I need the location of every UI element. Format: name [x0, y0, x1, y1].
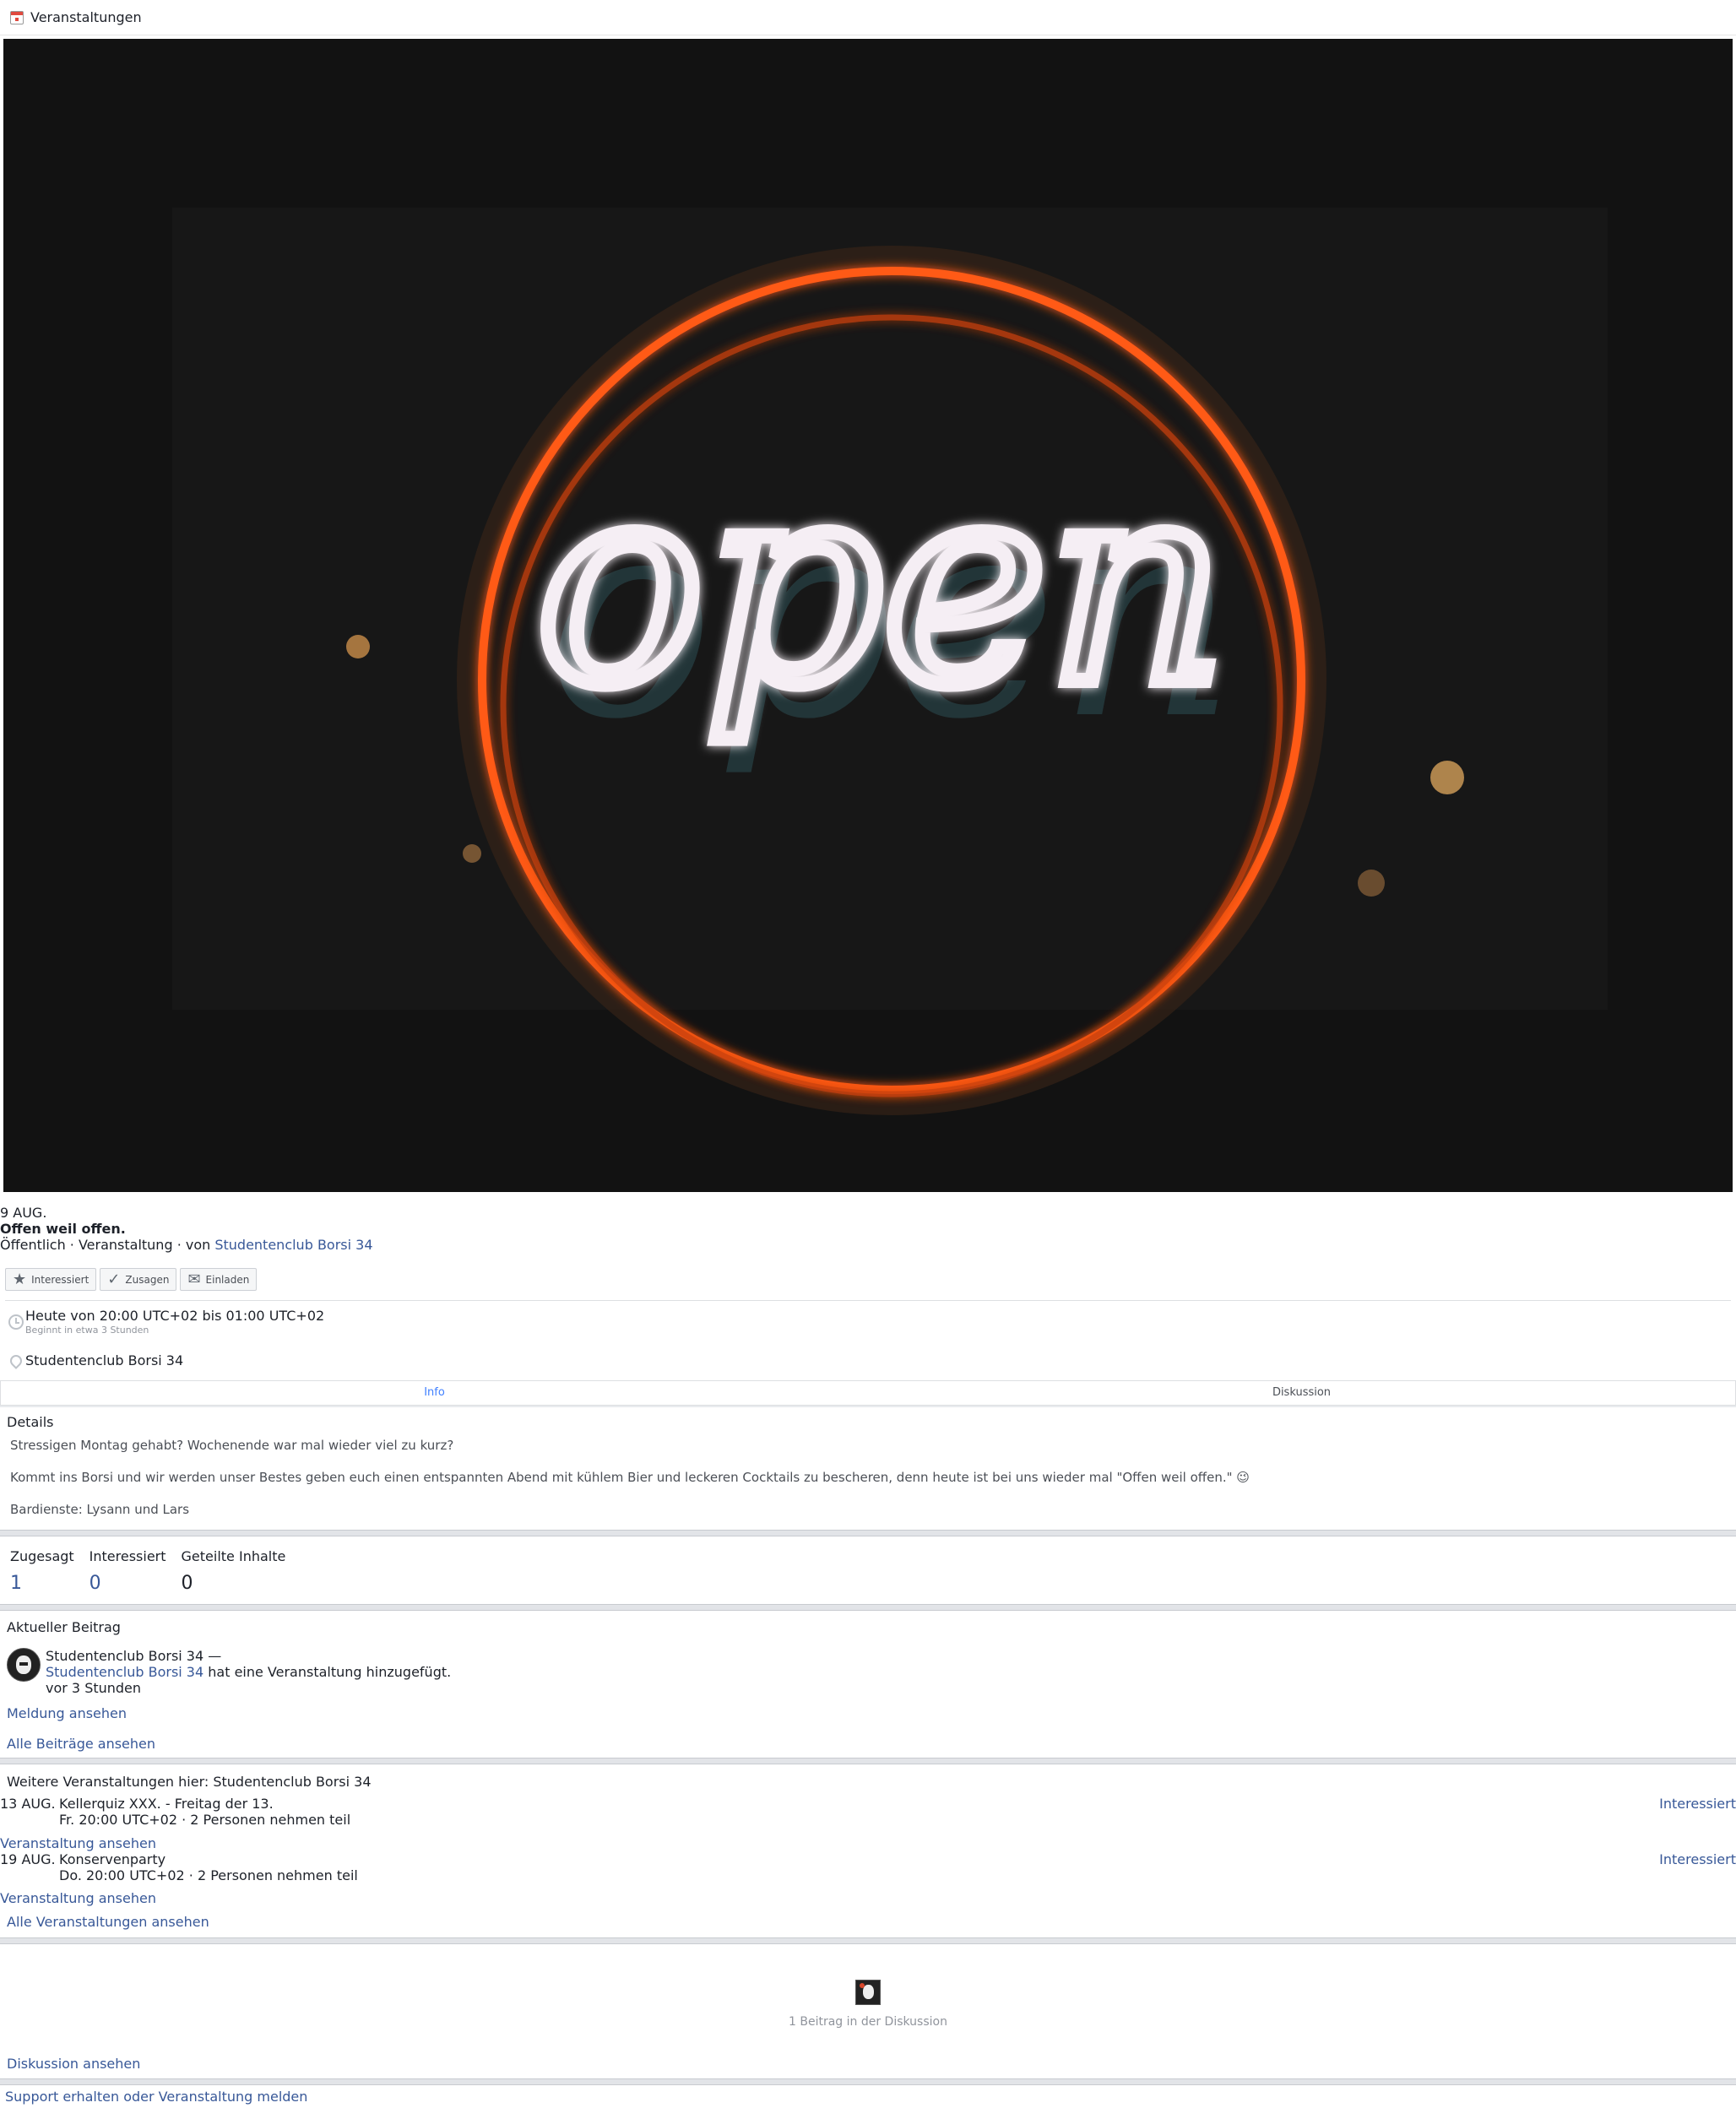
stat-label: Zugesagt — [10, 1548, 74, 1564]
location-pin-icon — [8, 1352, 24, 1369]
details-heading: Details — [7, 1414, 54, 1430]
event-item-title: Kellerquiz XXX. - Freitag der 13. — [59, 1796, 274, 1812]
event-item-date: 19 AUG. — [0, 1851, 56, 1867]
event-actions: ★ Interessiert ✓ Zusagen ✉ Einladen — [5, 1268, 258, 1291]
sign-text: open — [536, 422, 1227, 746]
view-event-link[interactable]: Veranstaltung ansehen — [0, 1890, 156, 1906]
stat-label: Interessiert — [89, 1548, 166, 1564]
tab-info[interactable]: Info — [1, 1381, 868, 1405]
event-host-link[interactable]: Studentenclub Borsi 34 — [214, 1237, 372, 1253]
stat-shares: Geteilte Inhalte 0 — [182, 1548, 286, 1594]
more-events-heading: Weitere Veranstaltungen hier: Studentenc… — [7, 1774, 372, 1790]
event-title: Offen weil offen. — [0, 1221, 126, 1237]
event-location[interactable]: Studentenclub Borsi 34 — [8, 1352, 184, 1369]
event-date: 9 AUG. — [0, 1205, 47, 1221]
stat-value: 0 — [181, 1573, 193, 1594]
list-item[interactable]: 19 AUG. Konservenparty Do. 20:00 UTC+02 … — [0, 1851, 1736, 1885]
going-label: Zusagen — [125, 1273, 170, 1286]
event-item-date: 13 AUG. — [0, 1796, 56, 1812]
event-time-sub: Beginnt in etwa 3 Stunden — [25, 1325, 149, 1336]
invite-button[interactable]: ✉ Einladen — [180, 1268, 258, 1291]
event-meta: Öffentlich · Veranstaltung · von Student… — [0, 1237, 373, 1253]
details-paragraph-1: Stressigen Montag gehabt? Wochenende war… — [10, 1438, 454, 1453]
envelope-icon: ✉ — [187, 1270, 201, 1288]
post-time: vor 3 Stunden — [46, 1680, 142, 1696]
stat-value: 1 — [10, 1573, 22, 1594]
event-item-interested-button[interactable]: Interessiert — [1659, 1796, 1736, 1812]
going-button[interactable]: ✓ Zusagen — [100, 1268, 177, 1291]
event-header: 9 AUG. Offen weil offen. Öffentlich · Ve… — [0, 1205, 373, 1253]
all-posts-link[interactable]: Alle Beiträge ansehen — [7, 1736, 155, 1752]
event-item-meta: Fr. 20:00 UTC+02 · 2 Personen nehmen tei… — [59, 1812, 351, 1828]
invite-label: Einladen — [205, 1273, 250, 1286]
section-separator — [0, 2078, 1736, 2085]
stat-value: 0 — [89, 1573, 101, 1594]
section-separator — [0, 1530, 1736, 1536]
view-event-link[interactable]: Veranstaltung ansehen — [0, 1835, 156, 1851]
post-action-text: hat eine Veranstaltung hinzugefügt. — [203, 1664, 452, 1680]
event-item-meta: Do. 20:00 UTC+02 · 2 Personen nehmen tei… — [59, 1867, 358, 1883]
divider — [5, 1300, 1731, 1301]
all-events-link[interactable]: Alle Veranstaltungen ansehen — [7, 1914, 209, 1930]
neon-open-sign-image: open open — [3, 39, 1733, 1192]
page-title: Veranstaltungen — [30, 9, 142, 25]
post-author-link[interactable]: Studentenclub Borsi 34 — [46, 1664, 203, 1680]
stat-going[interactable]: Zugesagt 1 — [10, 1548, 74, 1594]
event-time: Heute von 20:00 UTC+02 bis 01:00 UTC+02 … — [8, 1308, 324, 1336]
top-bar: Veranstaltungen — [0, 0, 1736, 35]
event-cover-image[interactable]: open open — [3, 39, 1733, 1192]
post-body: Studentenclub Borsi 34 hat eine Veransta… — [46, 1664, 451, 1680]
avatar[interactable] — [855, 1980, 881, 2005]
view-discussion-link[interactable]: Diskussion ansehen — [7, 2056, 140, 2072]
section-separator — [0, 1758, 1736, 1764]
event-time-main: Heute von 20:00 UTC+02 bis 01:00 UTC+02 — [25, 1308, 325, 1324]
support-report-link[interactable]: Support erhalten oder Veranstaltung meld… — [5, 2089, 307, 2105]
tab-discussion[interactable]: Diskussion — [868, 1381, 1735, 1405]
recent-post-heading: Aktueller Beitrag — [7, 1619, 121, 1635]
event-location-label: Studentenclub Borsi 34 — [25, 1352, 184, 1368]
divider — [0, 1406, 1736, 1407]
event-item-interested-button[interactable]: Interessiert — [1659, 1851, 1736, 1867]
section-separator — [0, 1604, 1736, 1611]
event-privacy: Öffentlich · Veranstaltung · von — [0, 1237, 215, 1253]
interested-label: Interessiert — [31, 1273, 90, 1286]
details-paragraph-2: Kommt ins Borsi und wir werden unser Bes… — [10, 1470, 1250, 1485]
calendar-icon — [10, 10, 24, 24]
view-post-link[interactable]: Meldung ansehen — [7, 1705, 127, 1721]
list-item[interactable]: 13 AUG. Kellerquiz XXX. - Freitag der 13… — [0, 1796, 1736, 1829]
section-separator — [0, 1937, 1736, 1944]
post-author-line: Studentenclub Borsi 34 — — [46, 1648, 222, 1664]
event-stats: Zugesagt 1 Interessiert 0 Geteilte Inhal… — [10, 1548, 285, 1594]
event-tabs: Info Diskussion — [0, 1380, 1736, 1406]
discussion-count: 1 Beitrag in der Diskussion — [789, 2015, 947, 2029]
check-icon: ✓ — [107, 1270, 121, 1288]
stat-label: Geteilte Inhalte — [181, 1548, 286, 1564]
stat-interested[interactable]: Interessiert 0 — [90, 1548, 166, 1594]
interested-button[interactable]: ★ Interessiert — [5, 1268, 97, 1291]
clock-icon — [8, 1314, 24, 1330]
star-icon: ★ — [13, 1270, 27, 1288]
details-paragraph-3: Bardienste: Lysann und Lars — [10, 1502, 190, 1517]
recent-post: Studentenclub Borsi 34 — Studentenclub B… — [7, 1648, 451, 1696]
event-item-title: Konservenparty — [59, 1851, 166, 1867]
avatar[interactable] — [7, 1648, 41, 1682]
